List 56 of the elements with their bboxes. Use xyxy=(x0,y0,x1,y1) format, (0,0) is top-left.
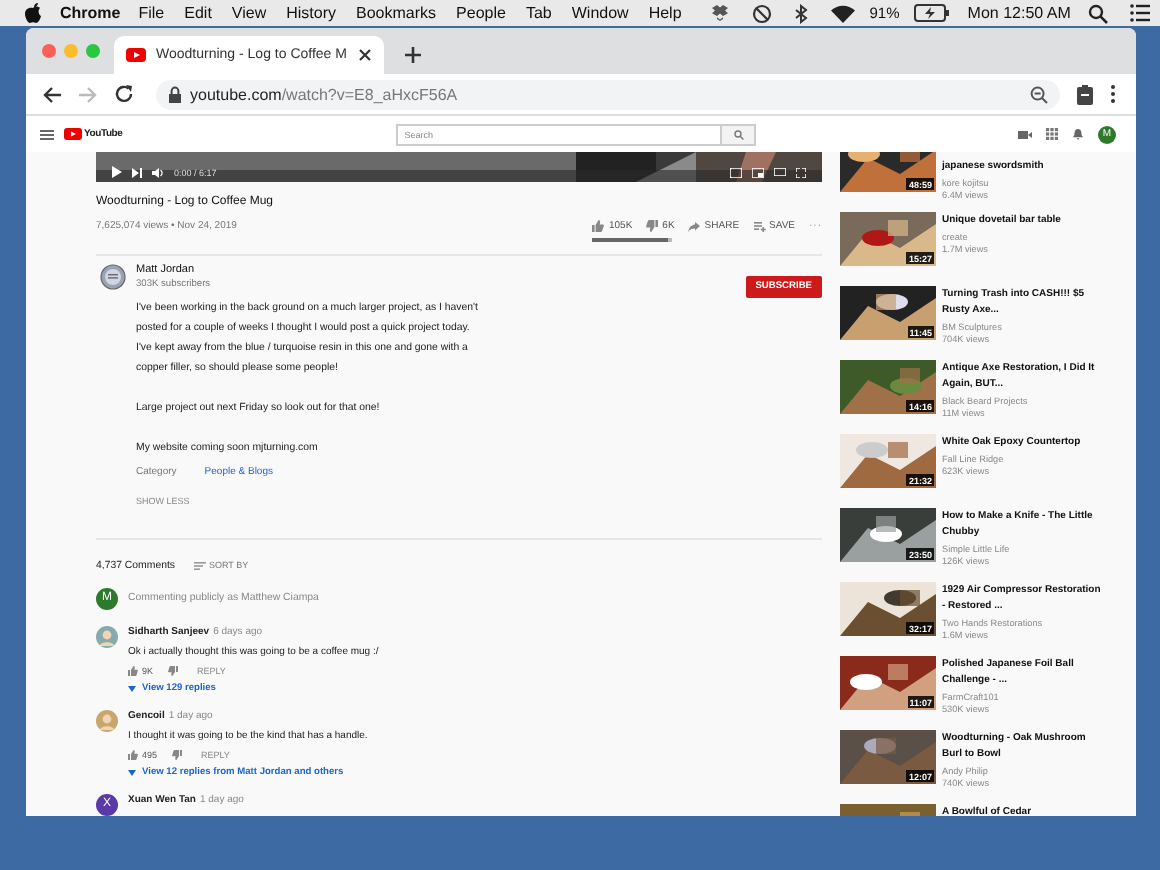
bell-icon[interactable] xyxy=(1072,128,1084,140)
youtube-logo-icon[interactable] xyxy=(64,128,82,140)
menu-item[interactable]: Help xyxy=(648,4,682,22)
lock-icon xyxy=(168,85,182,103)
thumbs-up-icon xyxy=(128,749,138,759)
list-icon[interactable] xyxy=(1130,4,1151,22)
thumbs-down-icon[interactable] xyxy=(167,665,178,675)
menu-icon[interactable] xyxy=(40,129,54,139)
sort-icon xyxy=(193,561,206,569)
menu-item[interactable]: View xyxy=(231,4,267,22)
thumbs-up-icon xyxy=(128,665,138,675)
reload-icon[interactable] xyxy=(114,84,134,104)
back-arrow-icon[interactable] xyxy=(42,85,62,103)
fullscreen-icon[interactable] xyxy=(796,167,806,177)
caret-icon xyxy=(128,685,136,691)
zoom-icon[interactable] xyxy=(1030,85,1048,103)
menu-item[interactable]: Window xyxy=(571,4,629,22)
thumbs-down-icon xyxy=(646,220,659,232)
do-not-disturb-icon[interactable] xyxy=(751,3,772,23)
playlist-add-icon xyxy=(753,221,766,231)
menu-item[interactable]: Tab xyxy=(525,4,552,22)
url-text: youtube.com/watch?v=E8_aHxcF56A xyxy=(190,85,458,103)
menu-item[interactable]: People xyxy=(456,4,506,22)
app-menu[interactable]: Chrome xyxy=(60,4,121,22)
menu-item[interactable]: Edit xyxy=(184,4,212,22)
thumbs-down-icon[interactable] xyxy=(171,749,182,759)
theater-mode-icon[interactable] xyxy=(774,168,786,176)
search-icon xyxy=(733,129,744,139)
caret-icon xyxy=(128,769,136,775)
bluetooth-icon[interactable] xyxy=(793,3,808,23)
dropbox-icon[interactable] xyxy=(709,4,730,22)
apple-icon[interactable] xyxy=(24,2,42,24)
video-camera-icon[interactable] xyxy=(1018,129,1032,139)
more-menu-icon[interactable] xyxy=(1110,84,1116,104)
volume-icon[interactable] xyxy=(152,167,164,177)
miniplayer-icon[interactable] xyxy=(752,167,764,177)
clipboard-icon[interactable] xyxy=(1076,83,1094,105)
close-icon[interactable] xyxy=(358,48,372,62)
subtitles-icon[interactable] xyxy=(730,167,742,177)
clock[interactable]: Mon 12:50 AM xyxy=(967,4,1071,22)
search-icon[interactable] xyxy=(1088,3,1109,23)
thumbs-up-icon xyxy=(592,220,605,232)
next-icon[interactable] xyxy=(132,167,142,177)
menu-item[interactable]: History xyxy=(286,4,337,22)
play-icon[interactable] xyxy=(112,166,122,178)
share-arrow-icon xyxy=(688,221,701,231)
battery-charging-icon[interactable] xyxy=(913,4,950,22)
new-tab-icon[interactable] xyxy=(404,46,422,64)
channel-avatar[interactable] xyxy=(100,263,126,289)
menu-item[interactable]: Bookmarks xyxy=(356,4,437,22)
apps-grid-icon[interactable] xyxy=(1046,128,1058,140)
address-bar[interactable]: youtube.com/watch?v=E8_aHxcF56A xyxy=(156,79,1060,109)
wifi-icon[interactable] xyxy=(829,3,856,23)
search-button[interactable] xyxy=(720,123,757,145)
youtube-logo-icon xyxy=(126,48,146,62)
menu-item[interactable]: File xyxy=(138,4,165,22)
